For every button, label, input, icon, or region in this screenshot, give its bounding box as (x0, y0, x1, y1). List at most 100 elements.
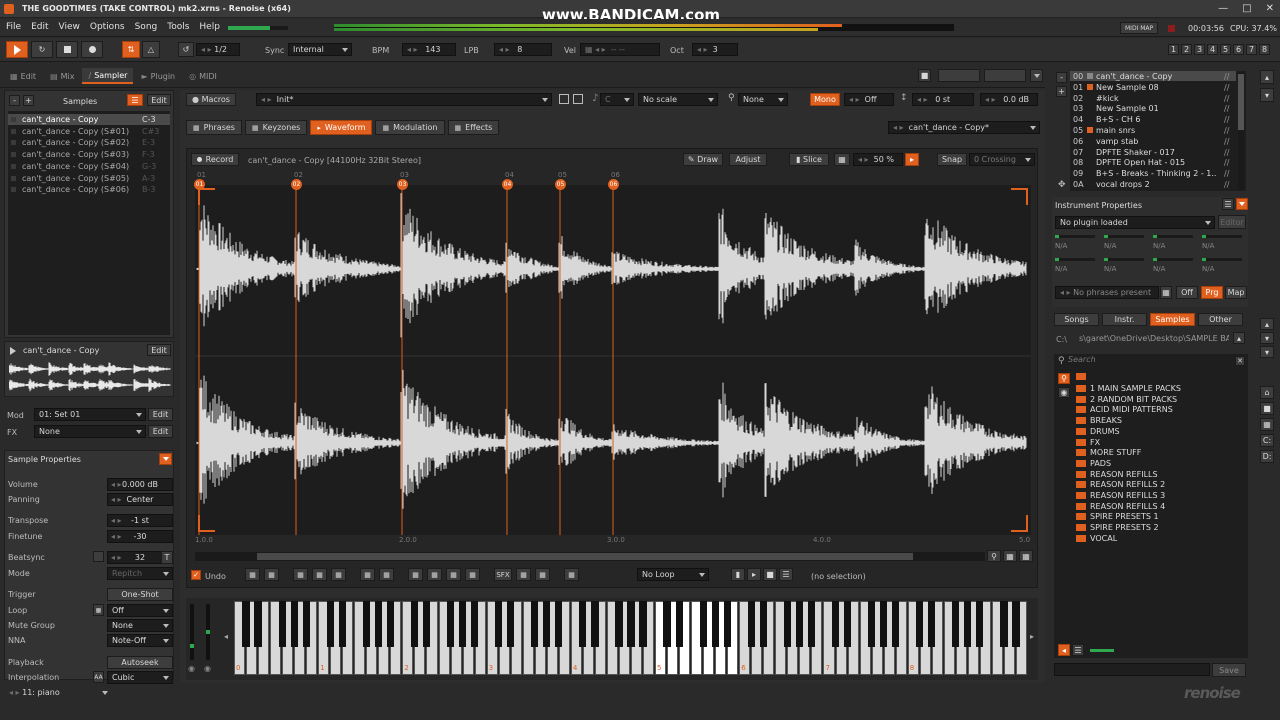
record-button[interactable] (81, 41, 103, 58)
block-loop-button[interactable]: ↺ (178, 42, 194, 57)
piano-black-key[interactable] (242, 601, 250, 647)
samples-list-toggle[interactable]: ☰ (127, 94, 143, 106)
piano-black-key[interactable] (458, 601, 467, 647)
subtab-keyzones[interactable]: ▦ Keyzones (244, 120, 308, 135)
key-select[interactable]: C (600, 93, 634, 106)
subtab-effects[interactable]: ▦ Effects (447, 120, 500, 135)
menu-edit[interactable]: Edit (31, 22, 48, 32)
instrument-list-item[interactable]: 02 #kick ∕∕ (1070, 93, 1236, 103)
browser-search-toggle[interactable]: ⚲ (1058, 373, 1070, 384)
browser-search-input[interactable]: Search (1068, 355, 1232, 367)
phrase-map-button[interactable]: Map (1225, 286, 1247, 299)
browser-tab-instr[interactable]: Instr. (1102, 313, 1147, 326)
undo-checkbox[interactable]: ✓ (191, 570, 201, 580)
plugin-param-slider[interactable] (1202, 235, 1242, 238)
mono-button[interactable]: Mono (810, 93, 840, 106)
piano-black-key[interactable] (507, 601, 515, 647)
process-icon[interactable]: ▦ (516, 568, 531, 581)
page-button-6[interactable]: 6 (1233, 44, 1244, 55)
browser-preview-toggle[interactable]: ◉ (1058, 387, 1070, 398)
copy-icon[interactable]: ▦ (264, 568, 279, 581)
piano-black-key[interactable] (783, 601, 791, 647)
folder-item[interactable]: VOCAL (1072, 533, 1242, 543)
spectrum-view-button[interactable] (984, 69, 1026, 82)
cut-icon[interactable]: ▦ (245, 568, 260, 581)
tab-plugin[interactable]: ► Plugin (135, 68, 182, 84)
drive-d-button[interactable]: D: (1260, 450, 1274, 463)
stop-button[interactable] (56, 41, 78, 58)
plugin-select[interactable]: No plugin loaded (1055, 216, 1215, 229)
piano-black-key[interactable] (338, 601, 346, 647)
plugin-param-slider[interactable] (1153, 235, 1193, 238)
maximize-icon[interactable]: □ (1242, 3, 1251, 14)
piano-black-key[interactable] (1012, 601, 1020, 647)
macros-button[interactable]: ● Macros (186, 93, 236, 106)
instrument-list-item[interactable]: 04 B+S - CH 6 ∕∕ (1070, 114, 1236, 124)
menu-options[interactable]: Options (90, 22, 125, 32)
save-filename-field[interactable] (1054, 663, 1210, 676)
volume-slider[interactable] (228, 26, 288, 30)
piano-black-key[interactable] (579, 601, 587, 647)
sample-list-item[interactable]: can't_dance - Copy (S#02) E-3 (8, 137, 170, 148)
subtab-waveform[interactable]: ▸ Waveform (310, 120, 373, 135)
piano-black-key[interactable] (543, 601, 551, 647)
scale-select[interactable]: No scale (638, 93, 718, 106)
waveform-canvas[interactable]: 01 02 03 04 05 06 (194, 179, 1031, 535)
preview-edit-button[interactable]: Edit (147, 344, 171, 356)
phrase-off-button[interactable]: Off (1176, 286, 1198, 299)
fx-select[interactable]: None (34, 425, 146, 438)
page-button-2[interactable]: 2 (1181, 44, 1192, 55)
preview-volume-slider[interactable] (1090, 649, 1114, 652)
save-preset-icon[interactable] (559, 94, 569, 104)
instrument-list-item[interactable]: 08 DPFTE Open Hat - 015 ∕∕ (1070, 157, 1236, 167)
mod-edit-button[interactable]: Edit (148, 408, 173, 421)
keyboard-settings-icon[interactable]: ◉ (188, 664, 195, 673)
side-scroll-down[interactable]: ▾ (1260, 88, 1274, 102)
loop-range-field[interactable]: ◂ ▸ 1/2 (196, 43, 240, 56)
folder-item[interactable]: ACID MIDI PATTERNS (1072, 404, 1242, 414)
piano-black-key[interactable] (843, 601, 852, 647)
sample-list-item[interactable]: can't_dance - Copy C-3 (8, 114, 170, 125)
view-menu-button[interactable] (1030, 69, 1043, 82)
piano-black-key[interactable] (278, 601, 286, 647)
page-button-5[interactable]: 5 (1220, 44, 1231, 55)
zoom-region-icon[interactable]: ▦ (312, 568, 327, 581)
fx-edit-button[interactable]: Edit (148, 425, 173, 438)
slice-handle[interactable]: 05 (555, 179, 566, 190)
side-scroll-mid[interactable]: ▾ (1260, 346, 1274, 358)
keyboard-scroll-right[interactable]: ▸ (1030, 632, 1034, 641)
plugin-param-slider[interactable] (1153, 258, 1193, 261)
bpm-field[interactable]: ◂ ▸ 143 (402, 43, 456, 56)
slice-handle[interactable]: 04 (502, 179, 513, 190)
slice-handle[interactable]: 01 (194, 179, 205, 190)
property-mute-group-field[interactable]: None (107, 619, 173, 632)
instrument-properties-collapse[interactable] (1236, 198, 1248, 210)
browser-prev-button[interactable]: ◂ (1058, 644, 1070, 656)
instrument-list-item[interactable]: 01 New Sample 08 ∕∕ (1070, 82, 1236, 92)
sync-select[interactable]: Internal (288, 43, 352, 56)
folder-item[interactable]: REASON REFILLS 2 (1072, 479, 1242, 489)
save-button[interactable]: Save (1212, 663, 1246, 677)
piano-keyboard[interactable]: 0 1 2 3 4 5 6 7 8 (234, 601, 1028, 677)
piano-black-key[interactable] (976, 601, 984, 647)
piano-black-key[interactable] (627, 601, 635, 647)
octave-slider[interactable] (206, 604, 210, 660)
piano-black-key[interactable] (591, 601, 599, 647)
play-button[interactable] (6, 41, 28, 58)
property-trigger-button[interactable]: One-Shot (107, 588, 173, 601)
grid-button[interactable]: ▦ (834, 153, 850, 166)
loop-play-button[interactable]: ↻ (31, 41, 53, 58)
close-icon[interactable]: ✕ (1266, 3, 1274, 14)
instrument-properties-menu[interactable]: ☰ (1222, 198, 1234, 210)
tab-sampler[interactable]: ∕ Sampler (82, 68, 134, 84)
piano-black-key[interactable] (470, 601, 479, 647)
piano-black-key[interactable] (302, 601, 310, 647)
remove-sample-button[interactable]: - (9, 95, 20, 106)
load-preset-icon[interactable] (573, 94, 583, 104)
sample-selector[interactable]: ◂ ▸ can't_dance - Copy* (888, 121, 1040, 134)
menu-help[interactable]: Help (199, 22, 220, 32)
piano-black-key[interactable] (964, 601, 972, 647)
vel-field[interactable]: ▦ ◂ ▸ -- -- (580, 43, 660, 56)
piano-black-key[interactable] (615, 601, 623, 647)
piano-black-key[interactable] (711, 601, 719, 647)
